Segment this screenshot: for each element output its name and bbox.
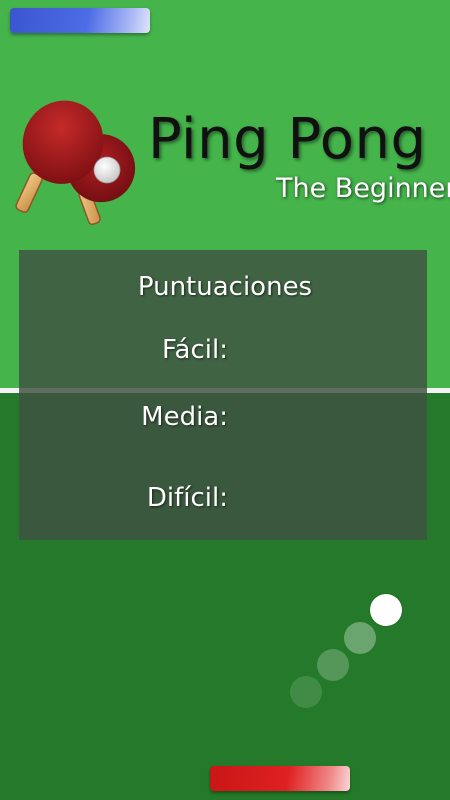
hard-score-label: Difícil: [146, 483, 228, 513]
ball-trail [317, 649, 349, 681]
game-title: Ping Pong [148, 107, 427, 172]
ball-trail [290, 676, 322, 708]
easy-score-label: Fácil: [161, 335, 228, 365]
player-paddle[interactable] [210, 766, 350, 791]
ping-pong-paddles-icon [15, 100, 136, 226]
game-subtitle: The Beginner [276, 173, 450, 204]
medium-score-label: Media: [141, 402, 228, 432]
ball [370, 594, 402, 626]
scores-heading: Puntuaciones [137, 272, 313, 302]
ball-trail [344, 622, 376, 654]
opponent-paddle [10, 8, 150, 33]
